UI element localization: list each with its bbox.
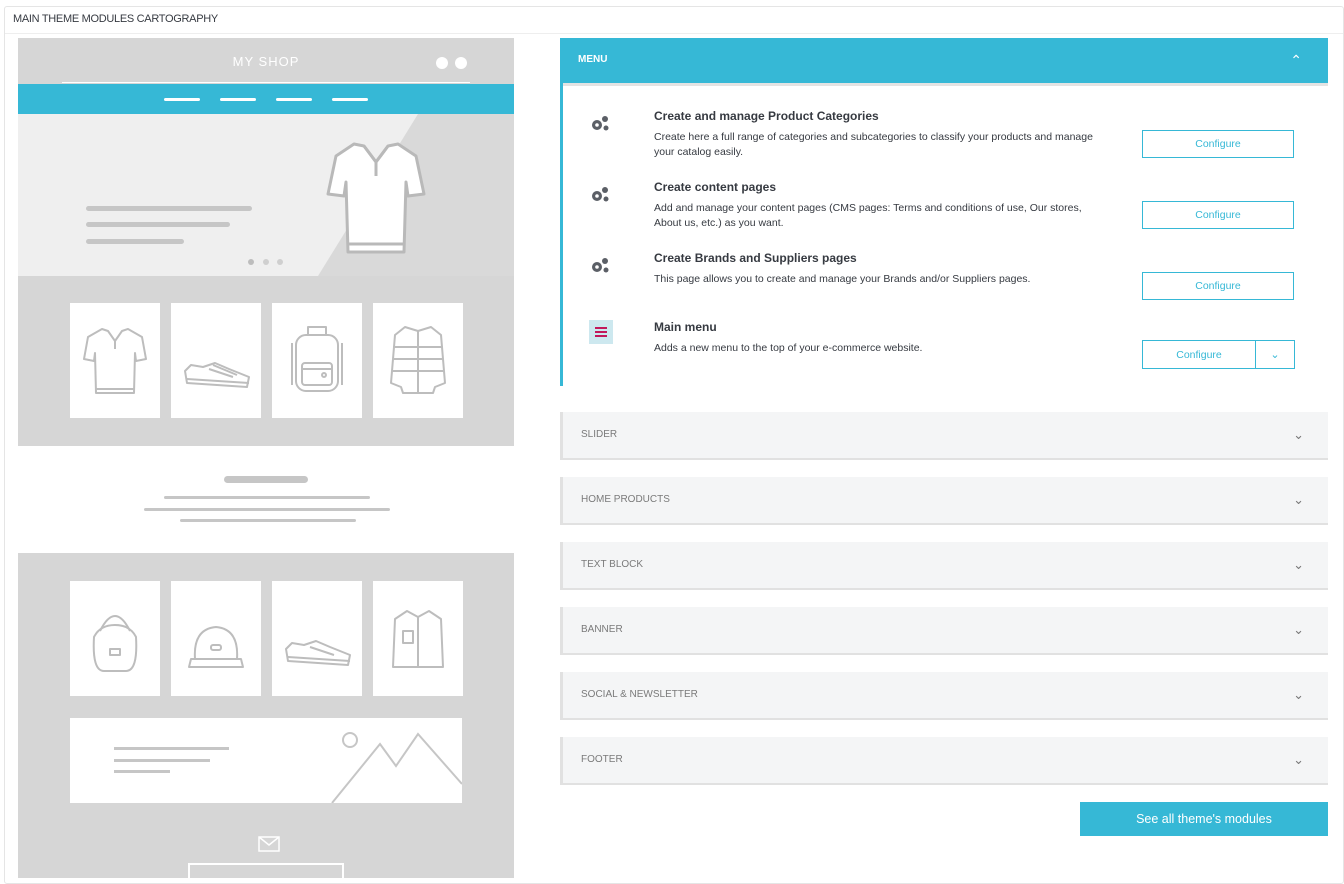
mockup-hero-slider xyxy=(18,114,514,276)
backpack-icon xyxy=(291,326,343,392)
panel-heading: MAIN THEME MODULES CARTOGRAPHY xyxy=(13,13,218,25)
product-card xyxy=(272,581,362,696)
mockup-divider xyxy=(62,82,470,83)
mockup-banner xyxy=(70,718,462,803)
section-text-block[interactable]: TEXT BLOCK ⌄ xyxy=(560,542,1328,590)
section-social-newsletter[interactable]: SOCIAL & NEWSLETTER ⌄ xyxy=(560,672,1328,720)
see-all-modules-button[interactable]: See all theme's modules xyxy=(1080,802,1328,836)
chevron-down-icon: ⌄ xyxy=(1293,492,1304,507)
section-label: FOOTER xyxy=(581,754,623,765)
chevron-down-icon: ⌄ xyxy=(1293,557,1304,572)
chevron-up-icon[interactable]: ⌃ xyxy=(1290,52,1302,69)
module-description: This page allows you to create and manag… xyxy=(654,273,1031,285)
module-description: Add and manage your content pages (CMS p… xyxy=(654,202,1082,229)
mockup-dot xyxy=(436,57,448,69)
section-label: SLIDER xyxy=(581,429,618,440)
slider-dot xyxy=(277,259,283,265)
chevron-down-icon: ⌄ xyxy=(1293,752,1304,767)
sneaker-icon xyxy=(184,362,250,388)
section-home-products[interactable]: HOME PRODUCTS ⌄ xyxy=(560,477,1328,525)
section-footer[interactable]: FOOTER ⌄ xyxy=(560,737,1328,785)
mockup-products-area-2 xyxy=(18,553,514,878)
module-title: Create Brands and Suppliers pages xyxy=(654,251,857,265)
shirt-icon xyxy=(392,610,444,668)
section-menu: MENU ⌃ Create and manage Product Categor… xyxy=(560,38,1328,386)
gears-icon xyxy=(592,116,609,131)
module-title: Create content pages xyxy=(654,180,777,194)
sneaker-icon xyxy=(285,640,351,666)
configure-button[interactable]: Configure xyxy=(1142,130,1294,158)
section-menu-header[interactable]: MENU ⌃ xyxy=(560,38,1328,83)
product-card xyxy=(171,581,261,696)
configure-button[interactable]: Configure xyxy=(1142,201,1294,229)
mockup-products-area xyxy=(18,276,514,446)
mockup-header: MY SHOP xyxy=(18,38,514,84)
configure-button[interactable]: Configure xyxy=(1142,272,1294,300)
module-description: Create here a full range of categories a… xyxy=(654,131,1093,158)
chevron-down-icon[interactable]: ⌄ xyxy=(1256,341,1294,368)
section-label: HOME PRODUCTS xyxy=(581,494,670,505)
section-label: TEXT BLOCK xyxy=(581,559,644,570)
main-menu-icon xyxy=(589,320,613,344)
module-title: Main menu xyxy=(654,320,717,334)
slider-dot xyxy=(248,259,254,265)
section-label: BANNER xyxy=(581,624,623,635)
mountain-image-icon xyxy=(331,732,462,803)
jacket-icon xyxy=(390,326,446,394)
newsletter-input-mock xyxy=(188,863,344,883)
envelope-icon xyxy=(258,836,280,852)
module-title: Create and manage Product Categories xyxy=(654,109,879,123)
chevron-down-icon: ⌄ xyxy=(1293,427,1304,442)
mockup-dot xyxy=(455,57,467,69)
product-card xyxy=(70,303,160,418)
header-shadow xyxy=(563,83,1328,86)
mockup-nav xyxy=(18,84,514,114)
product-card xyxy=(272,303,362,418)
shop-mockup: MY SHOP xyxy=(18,38,514,883)
section-menu-label: MENU xyxy=(578,54,608,65)
tshirt-icon xyxy=(83,328,147,394)
product-card xyxy=(373,303,463,418)
configure-button[interactable]: Configure xyxy=(1143,341,1256,368)
product-card xyxy=(171,303,261,418)
hero-shape xyxy=(318,114,514,276)
handbag-icon xyxy=(92,615,138,672)
gears-icon xyxy=(592,187,609,202)
slider-dot xyxy=(263,259,269,265)
chevron-down-icon: ⌄ xyxy=(1293,622,1304,637)
section-banner[interactable]: BANNER ⌄ xyxy=(560,607,1328,655)
product-card xyxy=(373,581,463,696)
product-card xyxy=(70,581,160,696)
section-slider[interactable]: SLIDER ⌄ xyxy=(560,412,1328,460)
chevron-down-icon: ⌄ xyxy=(1293,687,1304,702)
module-description: Adds a new menu to the top of your e-com… xyxy=(654,342,923,354)
section-label: SOCIAL & NEWSLETTER xyxy=(581,689,698,700)
panel-divider xyxy=(5,33,1343,34)
cap-icon xyxy=(188,626,244,668)
gears-icon xyxy=(592,258,609,273)
configure-split-button: Configure ⌄ xyxy=(1142,340,1295,369)
